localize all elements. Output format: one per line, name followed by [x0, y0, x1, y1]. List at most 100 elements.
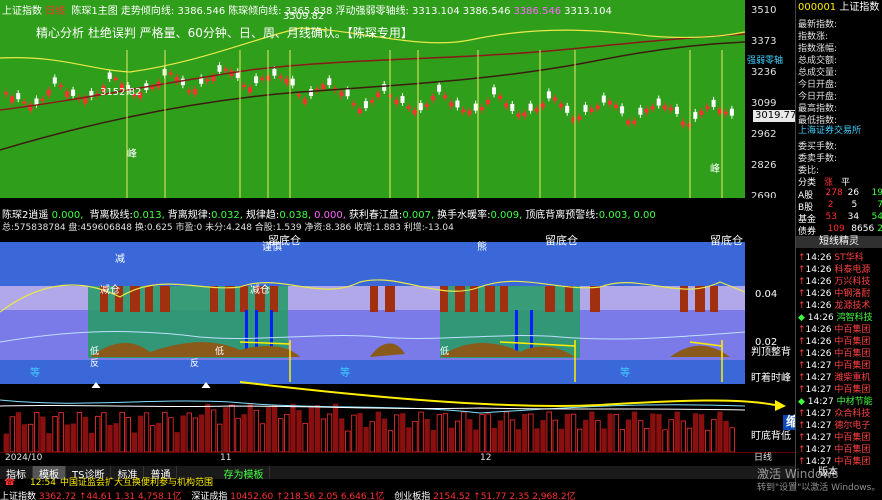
quote-field-0: 最新指数: [798, 20, 838, 30]
main-price-chart[interactable]: 上证指数 日线 陈琛1主图 走势倾向线: 3386.546 陈琛倾向线: 3365… [0, 0, 745, 198]
date-label-3: 12 [480, 453, 492, 463]
candle [546, 91, 551, 99]
candle [431, 95, 435, 101]
candle [699, 110, 704, 115]
wizard-item[interactable]: ↑14:26 中百集团 [798, 322, 882, 335]
indicator-item-6: 顶底背离预警线:0.003, [525, 210, 631, 221]
candle [351, 103, 356, 106]
indicator-bar [500, 286, 508, 312]
stock-code: 000001 上证指数 [798, 2, 880, 13]
candle [382, 84, 387, 91]
wizard-item[interactable]: ↑14:27 中百集团 [798, 454, 882, 467]
high-price-label: 3509.82 [283, 11, 325, 22]
candle [107, 72, 112, 79]
candle [187, 90, 191, 93]
candle [504, 103, 509, 108]
short-term-wizard-title[interactable]: 短线精灵 [796, 236, 882, 248]
candle [601, 95, 606, 103]
candle [241, 85, 246, 88]
volume-bar [699, 414, 705, 452]
volume-bar [570, 413, 577, 452]
volume-bar [400, 413, 406, 452]
candle [370, 100, 374, 103]
indicator-panel[interactable]: 陈琛2逍遥 0.000, 背离极线:0.013, 背离规律:0.032, 规律趋:0… [0, 198, 745, 390]
wizard-item[interactable]: ↑14:26 中百集团 [798, 346, 882, 359]
indicator-bar [590, 286, 600, 312]
wizard-item[interactable]: ↑14:27 德尔电子 [798, 418, 882, 431]
wizard-item[interactable]: ↑14:27 中百集团 [798, 382, 882, 395]
header-series-0: 陈琛1主图 走势倾向线: 3386.546 [71, 6, 226, 17]
candle [528, 103, 533, 111]
candle [437, 84, 442, 92]
candle [46, 89, 51, 96]
wizard-item[interactable]: ↑14:27 中百集团 [798, 430, 882, 443]
indicator-bar [270, 286, 278, 312]
candle [662, 105, 667, 110]
breadth-row: 债券 109 8656 2 [798, 224, 882, 237]
volume-bar [70, 423, 76, 452]
volume-bar [58, 412, 64, 452]
candle [150, 86, 155, 89]
wizard-item[interactable]: ↑14:27 中百集团 [798, 442, 882, 455]
volume-bar [332, 403, 339, 452]
candle [479, 107, 484, 111]
wizard-item[interactable]: ↑14:26 ST华科 [798, 250, 882, 263]
status-index-1[interactable]: 深证成指 10452.60 ↑218.56 2.05 6,646.1亿 [191, 492, 384, 500]
volume-bar [650, 413, 656, 452]
candle [345, 89, 350, 97]
candle [260, 77, 265, 80]
volume-bar [461, 411, 467, 452]
wizard-item[interactable]: ◆ 14:27 中材节能 [798, 394, 882, 407]
candle [498, 95, 503, 99]
breadth-head-2: 平 [841, 178, 851, 188]
indicator-bar [485, 286, 495, 312]
wizard-item[interactable]: ↑14:27 众合科技 [798, 406, 882, 419]
careful-label: 谨慎 [262, 242, 282, 253]
wizard-item[interactable]: ↑14:26 中百集团 [798, 334, 882, 347]
volume-bar [430, 429, 436, 452]
volume-bar [119, 411, 125, 452]
wizard-item[interactable]: ↑14:26 科泰电源 [798, 262, 882, 275]
volume-bar [638, 420, 644, 452]
indicator-svg [0, 242, 745, 390]
candle [693, 111, 698, 119]
volume-bar [534, 428, 540, 452]
wizard-item[interactable]: ↑14:27 中百集团 [798, 358, 882, 371]
volume-bar [406, 427, 412, 452]
volume-bar [265, 407, 272, 452]
volume-bar [644, 428, 650, 452]
rebound-label-2: 反 [190, 359, 200, 369]
wizard-item[interactable]: ↑14:26 中钢洛耐 [798, 286, 882, 299]
wizard-item[interactable]: ↑14:26 龙源技术 [798, 298, 882, 311]
candle [83, 97, 88, 104]
status-index-2[interactable]: 创业板指 2154.52 ↑51.77 2.35 2,968.2亿 [394, 492, 575, 500]
volume-bar [522, 413, 528, 452]
candle [10, 96, 15, 103]
candle [614, 104, 618, 108]
volume-panel[interactable] [0, 388, 745, 452]
news-text[interactable]: 中国证监会扩大互换便利参与机构范围 [60, 479, 213, 488]
candle [650, 106, 655, 110]
quote-field-2: 指数涨幅: [798, 44, 838, 54]
sell-label-1: 减仓 [100, 285, 120, 296]
price-tick: 3236 [751, 67, 777, 78]
candle [22, 101, 27, 104]
side-panel: 000001 上证指数 最新指数: 指数涨: 指数涨幅: 总成交额: 总成交量: 今日开盘… [795, 0, 882, 489]
candle [675, 106, 679, 114]
volume-bar [314, 404, 321, 452]
volume-bar [302, 423, 308, 452]
volume-bar [516, 429, 522, 452]
news-bar[interactable]: ☎ 12:54 中国证监会扩大互换便利参与机构范围 [0, 479, 882, 489]
stock-analysis-window: 上证指数 日线 陈琛1主图 走势倾向线: 3386.546 陈琛倾向线: 3365… [0, 0, 882, 500]
wizard-item[interactable]: ↑14:26 万兴科技 [798, 274, 882, 287]
candle [589, 108, 594, 112]
dry-label-3: 等 [620, 368, 630, 379]
status-index-0[interactable]: 上证指数 3362.72 ↑44.61 1.31 4,758.1亿 [0, 492, 181, 500]
candle [16, 93, 21, 100]
wizard-item[interactable]: ◆ 14:26 鸿智科技 [798, 310, 882, 323]
candle [363, 101, 368, 109]
volume-bar [15, 412, 22, 452]
wizard-item[interactable]: ↑14:27 潍柴重机 [798, 370, 882, 383]
candle [394, 99, 399, 105]
volume-bar [540, 420, 546, 452]
